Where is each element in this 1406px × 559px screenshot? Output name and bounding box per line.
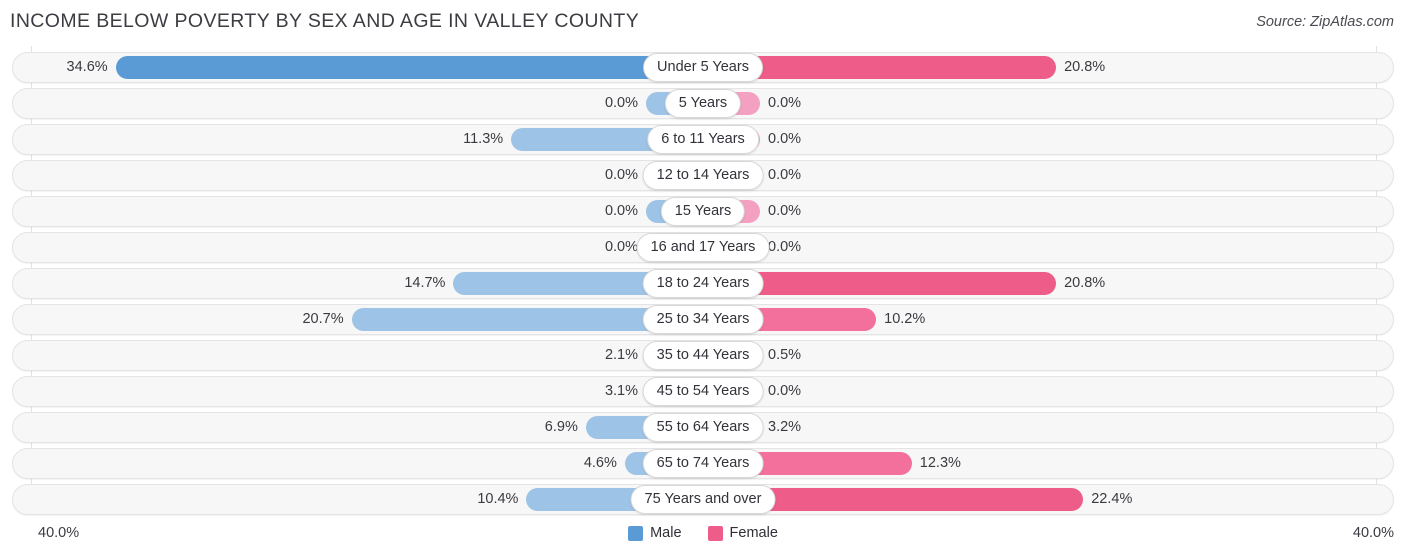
male-bar[interactable] <box>115 56 703 79</box>
legend-item-male[interactable]: Male <box>628 525 682 541</box>
category-label: 75 Years and over <box>630 485 776 514</box>
legend-swatch-female <box>707 525 723 541</box>
female-value-label: 20.8% <box>1064 275 1106 291</box>
chart-page: INCOME BELOW POVERTY BY SEX AND AGE IN V… <box>0 0 1406 559</box>
category-label: 65 to 74 Years <box>642 449 764 478</box>
male-value-label: 3.1% <box>604 383 638 399</box>
category-label: 18 to 24 Years <box>642 269 764 298</box>
female-value-label: 20.8% <box>1064 59 1106 75</box>
source-attribution: Source: ZipAtlas.com <box>1256 14 1394 30</box>
category-label: 45 to 54 Years <box>642 377 764 406</box>
chart-row: 4.6% 12.3% 65 to 74 Years <box>12 448 1394 479</box>
category-label: 25 to 34 Years <box>642 305 764 334</box>
chart-row: 0.0% 0.0% 16 and 17 Years <box>12 232 1394 263</box>
category-label: Under 5 Years <box>643 53 763 82</box>
diverging-bar-chart: 34.6% 20.8% Under 5 Years 0.0% 0.0% 5 Years 11… <box>0 46 1406 520</box>
page-title: INCOME BELOW POVERTY BY SEX AND AGE IN V… <box>10 10 640 32</box>
category-label: 16 and 17 Years <box>636 233 770 262</box>
chart-row: 6.9% 3.2% 55 to 64 Years <box>12 412 1394 443</box>
male-value-label: 0.0% <box>604 203 638 219</box>
chart-row: 3.1% 0.0% 45 to 54 Years <box>12 376 1394 407</box>
legend-item-female[interactable]: Female <box>707 525 778 541</box>
male-value-label: 4.6% <box>583 455 617 471</box>
female-value-label: 0.0% <box>768 131 802 147</box>
chart-row: 11.3% 0.0% 6 to 11 Years <box>12 124 1394 155</box>
male-value-label: 0.0% <box>604 95 638 111</box>
legend-label-female: Female <box>729 525 778 541</box>
male-value-label: 10.4% <box>477 491 519 507</box>
female-value-label: 0.0% <box>768 203 802 219</box>
category-label: 35 to 44 Years <box>642 341 764 370</box>
chart-row: 0.0% 0.0% 15 Years <box>12 196 1394 227</box>
female-value-label: 12.3% <box>919 455 961 471</box>
female-value-label: 0.5% <box>768 347 802 363</box>
chart-row: 2.1% 0.5% 35 to 44 Years <box>12 340 1394 371</box>
category-label: 6 to 11 Years <box>647 125 759 154</box>
category-label: 15 Years <box>660 197 746 226</box>
male-value-label: 6.9% <box>544 419 578 435</box>
male-value-label: 0.0% <box>604 167 638 183</box>
female-value-label: 22.4% <box>1091 491 1133 507</box>
chart-row: 0.0% 0.0% 5 Years <box>12 88 1394 119</box>
legend-label-male: Male <box>650 525 682 541</box>
chart-legend: Male Female <box>0 525 1406 541</box>
male-value-label: 20.7% <box>302 311 344 327</box>
category-label: 12 to 14 Years <box>642 161 764 190</box>
chart-row: 0.0% 0.0% 12 to 14 Years <box>12 160 1394 191</box>
male-value-label: 11.3% <box>463 131 504 147</box>
page-header: INCOME BELOW POVERTY BY SEX AND AGE IN V… <box>0 0 1406 46</box>
male-value-label: 2.1% <box>604 347 638 363</box>
male-value-label: 14.7% <box>404 275 446 291</box>
chart-row: 34.6% 20.8% Under 5 Years <box>12 52 1394 83</box>
female-value-label: 0.0% <box>768 239 802 255</box>
category-label: 5 Years <box>664 89 742 118</box>
male-value-label: 34.6% <box>66 59 108 75</box>
legend-swatch-male <box>628 525 644 541</box>
female-value-label: 0.0% <box>768 167 802 183</box>
female-value-label: 10.2% <box>884 311 926 327</box>
female-value-label: 0.0% <box>768 383 802 399</box>
chart-row: 10.4% 22.4% 75 Years and over <box>12 484 1394 515</box>
chart-row: 20.7% 10.2% 25 to 34 Years <box>12 304 1394 335</box>
chart-footer: 40.0% 40.0% Male Female <box>0 520 1406 559</box>
male-value-label: 0.0% <box>604 239 638 255</box>
female-value-label: 0.0% <box>768 95 802 111</box>
category-label: 55 to 64 Years <box>642 413 764 442</box>
female-value-label: 3.2% <box>768 419 802 435</box>
chart-row: 14.7% 20.8% 18 to 24 Years <box>12 268 1394 299</box>
